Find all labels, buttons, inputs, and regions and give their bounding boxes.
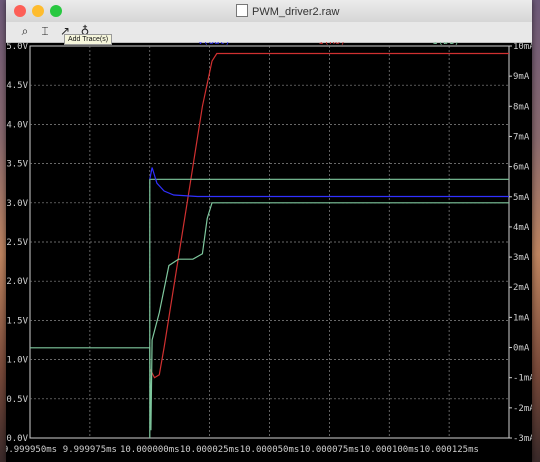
waveform-viewer-window: PWM_driver2.raw ⌕ ⌶ ↗ ♁ 9.999950ms 9.9999… xyxy=(6,0,532,462)
trace-label: I(D1) xyxy=(432,42,459,47)
left-y-tick-label: 3.5V xyxy=(6,160,28,170)
right-y-tick-label: 10mA xyxy=(513,42,532,52)
right-y-tick-label: 9mA xyxy=(513,72,530,82)
add-trace-tooltip: Add Trace(s) xyxy=(64,34,113,45)
x-tick-label: 10.000000ms xyxy=(120,445,180,455)
x-tick-label: 10.000075ms xyxy=(300,445,360,455)
close-window-button[interactable] xyxy=(14,5,26,17)
title-bar[interactable]: PWM_driver2.raw xyxy=(6,0,532,23)
waveform-plot[interactable]: 9.999950ms 9.999975ms 10.000000ms 10.000025… xyxy=(6,42,532,462)
left-y-tick-label: 2.5V xyxy=(6,238,28,248)
zoom-window-button[interactable] xyxy=(50,5,62,17)
x-tick-label: 10.000100ms xyxy=(359,445,419,455)
right-y-tick-label: 8mA xyxy=(513,102,530,112)
window-title: PWM_driver2.raw xyxy=(236,4,339,18)
right-y-tick-label: 1mA xyxy=(513,313,530,323)
right-y-tick-label: 3mA xyxy=(513,253,530,263)
trace-label: V(out) xyxy=(198,42,231,47)
right-y-tick-label: -1mA xyxy=(513,374,532,384)
x-tick-label: 9.999975ms xyxy=(63,445,117,455)
zoom-icon[interactable]: ⌕ xyxy=(16,24,34,39)
left-y-tick-label: 5.0V xyxy=(6,42,28,52)
right-y-tick-label: 7mA xyxy=(513,132,530,142)
x-tick-label: 10.000025ms xyxy=(180,445,240,455)
right-y-tick-label: 0mA xyxy=(513,344,530,354)
x-tick-label: 10.000050ms xyxy=(240,445,300,455)
left-y-tick-label: 1.5V xyxy=(6,316,28,326)
x-tick-label: 9.999950ms xyxy=(6,445,57,455)
right-y-tick-label: 6mA xyxy=(513,163,530,173)
right-y-tick-label: 2mA xyxy=(513,283,530,293)
left-y-tick-label: 4.5V xyxy=(6,81,28,91)
right-y-tick-label: 4mA xyxy=(513,223,530,233)
autorange-icon[interactable]: ⌶ xyxy=(36,24,54,39)
trace-label: I(R6) xyxy=(318,42,345,47)
left-y-tick-label: 4.0V xyxy=(6,120,28,130)
right-y-tick-label: -3mA xyxy=(513,434,532,444)
x-tick-label: 10.000125ms xyxy=(419,445,479,455)
minimize-window-button[interactable] xyxy=(32,5,44,17)
left-y-tick-label: 2.0V xyxy=(6,277,28,287)
right-y-tick-label: -2mA xyxy=(513,404,532,414)
right-y-tick-label: 5mA xyxy=(513,193,530,203)
left-y-tick-label: 3.0V xyxy=(6,199,28,209)
left-y-tick-label: 0.0V xyxy=(6,434,28,444)
left-y-tick-label: 0.5V xyxy=(6,395,28,405)
document-icon xyxy=(236,4,248,17)
left-y-tick-label: 1.0V xyxy=(6,356,28,366)
window-title-text: PWM_driver2.raw xyxy=(252,6,340,18)
